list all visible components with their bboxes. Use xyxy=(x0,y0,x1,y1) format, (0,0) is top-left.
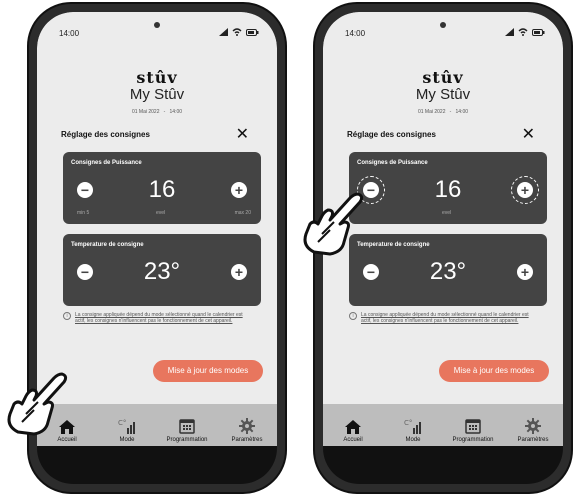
header-date: 01 Mai 2022 xyxy=(417,109,446,115)
temperature-title: Temperature de consigne xyxy=(71,242,144,248)
calendar-icon xyxy=(465,419,481,434)
header-date: 01 Mai 2022 xyxy=(131,109,160,115)
nav-label: Mode xyxy=(119,437,135,443)
power-increase-button[interactable]: + xyxy=(231,182,247,198)
calendar-icon xyxy=(179,419,195,434)
temperature-title: Temperature de consigne xyxy=(357,242,430,248)
bottom-nav: Accueil C° Mode Programmation Paramètres xyxy=(323,404,563,446)
status-icons xyxy=(219,28,259,36)
temperature-card: Temperature de consigne − 23° + xyxy=(349,234,547,306)
pointer-hand-icon xyxy=(303,192,364,256)
nav-label: Paramètres xyxy=(517,437,549,443)
nav-item-mode[interactable]: C° Mode xyxy=(97,404,157,446)
gear-icon xyxy=(239,418,255,434)
section-title: Réglage des consignes xyxy=(347,130,436,139)
info-icon: i xyxy=(349,312,357,320)
nav-label: Programmation xyxy=(452,437,494,443)
nav-item-mode[interactable]: C° Mode xyxy=(383,404,443,446)
power-card: Consignes de Puissance − 16 + min 5 evel… xyxy=(63,152,261,224)
status-time: 14:00 xyxy=(59,29,80,38)
nav-item-parametres[interactable]: Paramètres xyxy=(217,404,277,446)
power-title: Consignes de Puissance xyxy=(357,160,428,166)
header-datetime: 01 Mai 2022 - 14:00 xyxy=(417,109,469,115)
svg-text:C°: C° xyxy=(404,419,412,427)
info-text[interactable]: La consigne appliquée dépend du mode sél… xyxy=(361,312,537,324)
nav-label: Mode xyxy=(405,437,421,443)
info-note: i La consigne appliquée dépend du mode s… xyxy=(349,312,537,324)
signal-icon xyxy=(505,28,514,36)
nav-item-programmation[interactable]: Programmation xyxy=(157,404,217,446)
temperature-increase-button[interactable]: + xyxy=(517,264,533,280)
close-icon[interactable]: ✕ xyxy=(236,127,249,143)
battery-icon xyxy=(532,28,545,36)
status-icons xyxy=(505,28,545,36)
nav-item-programmation[interactable]: Programmation xyxy=(443,404,503,446)
nav-label: Accueil xyxy=(343,437,363,443)
power-title: Consignes de Puissance xyxy=(71,160,142,166)
nav-label: Paramètres xyxy=(231,437,263,443)
power-increase-button[interactable]: + xyxy=(517,182,533,198)
close-icon[interactable]: ✕ xyxy=(522,127,535,143)
brand-logo: stûv xyxy=(136,68,178,87)
gear-icon xyxy=(525,418,541,434)
info-icon: i xyxy=(63,312,71,320)
section-title: Réglage des consignes xyxy=(61,130,150,139)
power-card: Consignes de Puissance − 16 + evel xyxy=(349,152,547,224)
signal-icon xyxy=(219,28,228,36)
home-icon xyxy=(345,420,361,434)
header-time: 14:00 xyxy=(169,109,183,115)
power-level-label: evel xyxy=(156,210,166,216)
power-max-label: max 20 xyxy=(234,210,251,216)
battery-icon xyxy=(246,28,259,36)
power-min-label: min 5 xyxy=(77,210,90,216)
bottom-nav: Accueil C° Mode Programmation Paramètres xyxy=(37,404,277,446)
nav-item-accueil[interactable]: Accueil xyxy=(323,404,383,446)
temperature-card: Temperature de consigne − 23° + xyxy=(63,234,261,306)
power-level-label: evel xyxy=(442,210,452,216)
status-bar: 14:00 xyxy=(57,26,259,40)
update-modes-button[interactable]: Mise à jour des modes xyxy=(153,360,263,382)
info-note: i La consigne appliquée dépend du mode s… xyxy=(63,312,251,324)
header-time: 14:00 xyxy=(455,109,469,115)
mode-icon: C° xyxy=(118,419,135,434)
app-title: My Stûv xyxy=(415,86,471,103)
svg-text:C°: C° xyxy=(118,419,126,427)
wifi-icon xyxy=(518,28,528,36)
update-modes-button[interactable]: Mise à jour des modes xyxy=(439,360,549,382)
temperature-increase-button[interactable]: + xyxy=(231,264,247,280)
app-screen: 14:00 stûv My Stûv 01 Mai 2022 - 14:00 R… xyxy=(37,12,277,404)
nav-label: Programmation xyxy=(166,437,208,443)
phone-frame: 14:00 stûv My Stûv 01 Mai 2022 - 14:00 R… xyxy=(37,12,277,484)
status-time: 14:00 xyxy=(345,29,366,38)
nav-item-parametres[interactable]: Paramètres xyxy=(503,404,563,446)
brand-logo: stûv xyxy=(422,68,464,87)
pointer-hand-icon xyxy=(7,372,68,436)
info-text[interactable]: La consigne appliquée dépend du mode sél… xyxy=(75,312,251,324)
status-bar: 14:00 xyxy=(343,26,545,40)
header-datetime: 01 Mai 2022 - 14:00 xyxy=(131,109,183,115)
app-title: My Stûv xyxy=(129,86,185,103)
mode-icon: C° xyxy=(404,419,421,434)
wifi-icon xyxy=(232,28,242,36)
